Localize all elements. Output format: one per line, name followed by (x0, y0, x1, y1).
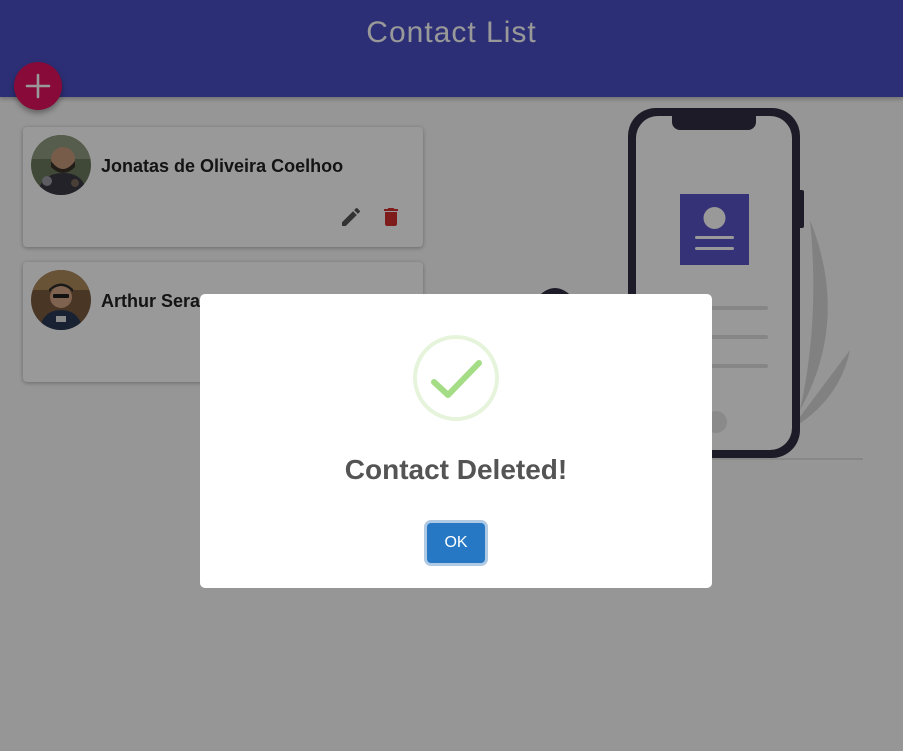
checkmark-icon (413, 335, 499, 421)
dialog-title: Contact Deleted! (344, 454, 568, 485)
success-dialog: Contact Deleted! OK (200, 294, 712, 588)
ok-button[interactable]: OK (427, 523, 485, 563)
